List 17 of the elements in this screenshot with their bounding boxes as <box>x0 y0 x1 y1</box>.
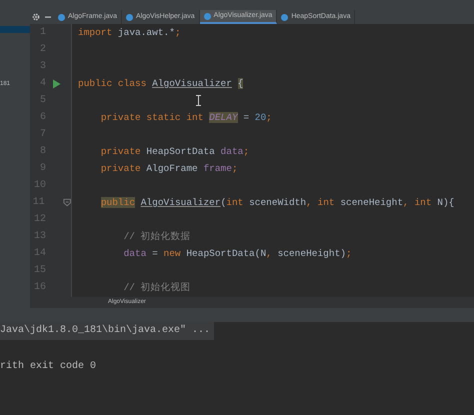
code-line: // 初始化视图 <box>122 282 191 293</box>
class-file-icon <box>281 14 288 20</box>
code-line: private HeapSortData data; <box>100 146 250 157</box>
settings-icon[interactable] <box>32 13 40 21</box>
code-line: public AlgoVisualizer(int sceneWidth, int sceneHeight, int N){ <box>100 197 454 208</box>
code-line: private AlgoFrame frame; <box>100 163 238 174</box>
console-line: rith exit code 0 <box>0 360 98 374</box>
class-file-icon <box>126 14 134 20</box>
code-line: public class AlgoVisualizer { <box>78 78 244 89</box>
code-line: // 初始化数据 <box>122 231 191 242</box>
code-line: data = new HeapSortData(N, sceneHeight); <box>122 248 352 259</box>
code-line: import java.awt.*; <box>78 27 181 38</box>
code-line: private static int DELAY = 20; <box>100 112 272 123</box>
run-icon[interactable] <box>52 78 61 88</box>
fold-icon[interactable] <box>62 198 71 207</box>
class-file-icon <box>204 12 211 20</box>
class-file-icon <box>58 14 65 20</box>
